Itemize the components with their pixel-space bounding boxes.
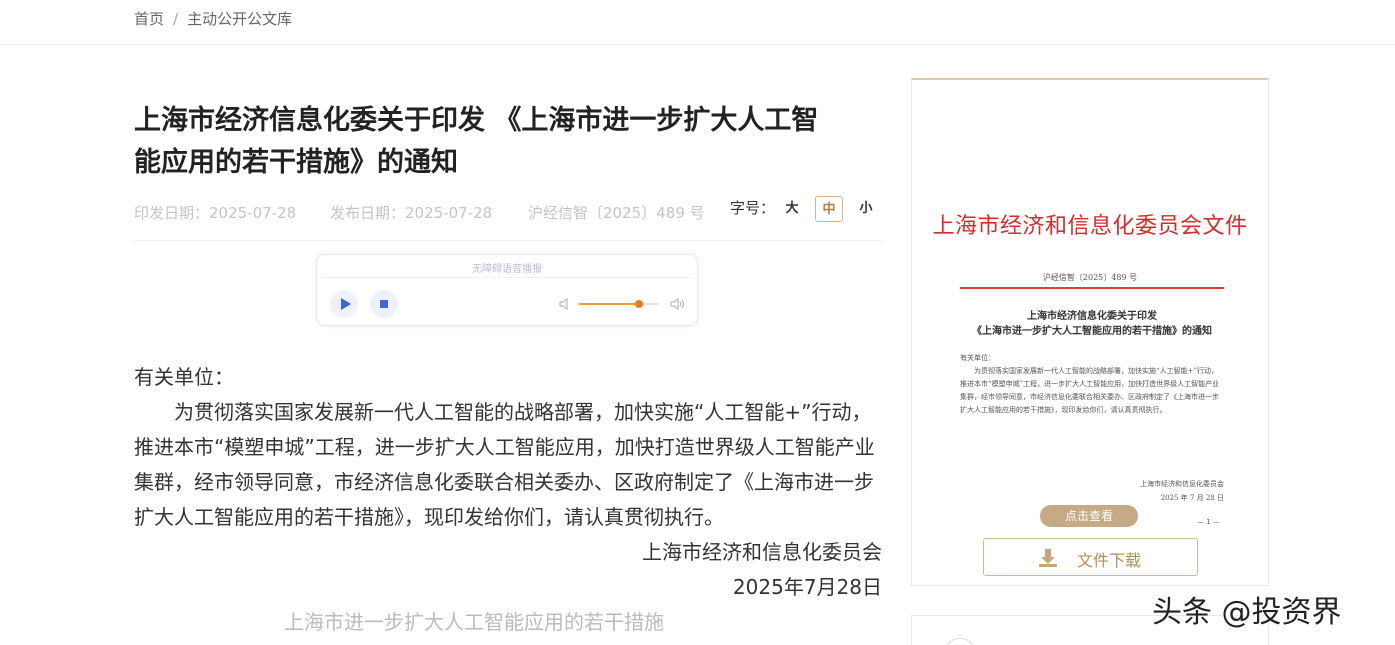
signature-date: 2025年7月28日 (732, 575, 882, 599)
volume-low-icon[interactable] (557, 296, 573, 312)
article-title: 上海市经济信息化委关于印发 《上海市进一步扩大人工智能应用的若干措施》的通知 (134, 105, 819, 178)
doc-page-number: — 1 — (1197, 518, 1220, 526)
watermark: 头条 @投资界 (1152, 595, 1342, 630)
doc-paragraph: 为贯彻落实国家发展新一代人工智能的战略部署，加快实施“人工智能+”行动，推进本市… (960, 367, 1220, 414)
related-card-icon (944, 638, 976, 645)
breadcrumb-current-link[interactable]: 主动公开公文库 (187, 10, 292, 28)
doc-sign-org: 上海市经济和信息化委员会 (1140, 480, 1224, 488)
play-icon (341, 298, 351, 310)
font-size-small-button[interactable]: 小 (852, 196, 880, 222)
doc-preview-body: 有关单位： 为贯彻落实国家发展新一代人工智能的战略部署，加快实施“人工智能+”行… (960, 352, 1224, 417)
download-button[interactable]: 文件下载 (983, 538, 1198, 576)
doc-preview-number: 沪经信智〔2025〕489 号 (1042, 273, 1138, 282)
audio-player: 无障碍语音播报 (316, 254, 698, 326)
stop-button[interactable] (370, 290, 398, 318)
article-meta: 印发日期：2025-07-28 发布日期：2025-07-28 沪经信智〔202… (134, 196, 882, 241)
document-preview-card: 上海市经济和信息化委员会文件 沪经信智〔2025〕489 号 上海市经济信息化委… (911, 78, 1269, 586)
download-label: 文件下载 (1077, 551, 1142, 570)
volume-high-icon[interactable] (669, 296, 685, 312)
font-size-medium-button[interactable]: 中 (815, 196, 843, 222)
breadcrumb-home-link[interactable]: 首页 (134, 10, 164, 28)
body-paragraph: 为贯彻落实国家发展新一代人工智能的战略部署，加快实施“人工智能+”行动，推进本市… (134, 400, 875, 529)
stop-icon (380, 300, 388, 308)
breadcrumb-bar: 首页 / 主动公开公文库 (0, 0, 1395, 45)
volume-slider[interactable] (579, 300, 659, 308)
doc-sign-date: 2025 年 7 月 28 日 (1160, 494, 1224, 502)
view-document-button[interactable]: 点击查看 (1040, 505, 1138, 527)
volume-fill (579, 303, 639, 305)
font-size-large-button[interactable]: 大 (778, 196, 806, 222)
doc-number: 沪经信智〔2025〕489 号 (528, 204, 705, 222)
doc-red-rule (960, 287, 1224, 289)
publish-date: 发布日期：2025-07-28 (330, 204, 493, 222)
doc-signature: 上海市经济和信息化委员会 2025 年 7 月 28 日 (1092, 477, 1224, 505)
breadcrumb: 首页 / 主动公开公文库 (134, 8, 292, 29)
page: 首页 / 主动公开公文库 上海市经济信息化委关于印发 《上海市进一步扩大人工智能应用… (0, 0, 1395, 645)
doc-title-line1: 上海市经济信息化委关于印发 (1027, 311, 1157, 322)
salutation: 有关单位： (134, 365, 234, 389)
issue-date: 印发日期：2025-07-28 (134, 204, 297, 222)
article-body: 有关单位： 为贯彻落实国家发展新一代人工智能的战略部署，加快实施“人工智能+”行… (134, 360, 882, 640)
font-size-label: 字号： (730, 199, 776, 217)
player-title: 无障碍语音播报 (472, 264, 542, 275)
volume-knob[interactable] (635, 300, 643, 308)
doc-salutation: 有关单位： (960, 354, 995, 362)
breadcrumb-separator: / (173, 10, 179, 28)
signature-org: 上海市经济和信息化委员会 (642, 540, 882, 564)
doc-title-line2: 《上海市进一步扩大人工智能应用的若干措施》的通知 (972, 326, 1212, 337)
download-icon (1039, 549, 1057, 567)
player-divider (321, 277, 693, 278)
play-button[interactable] (330, 290, 358, 318)
doc-preview-title: 上海市经济信息化委关于印发 《上海市进一步扩大人工智能应用的若干措施》的通知 (952, 309, 1232, 339)
attachment-title-line: 上海市进一步扩大人工智能应用的若干措施 (284, 610, 664, 634)
doc-header: 上海市经济和信息化委员会文件 (932, 214, 1248, 239)
